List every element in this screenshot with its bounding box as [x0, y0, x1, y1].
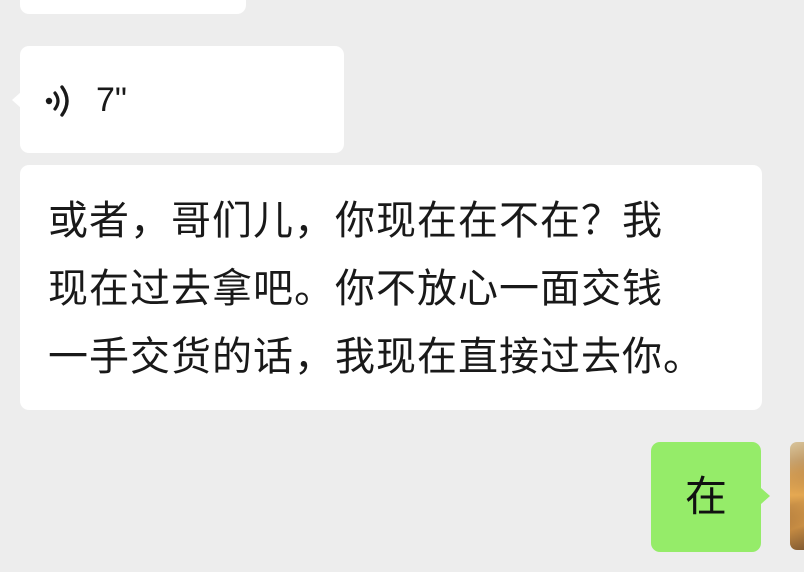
voice-wave-icon [45, 85, 69, 117]
text-message-bubble[interactable]: 或者，哥们儿，你现在在不在？我 现在过去拿吧。你不放心一面交钱 一手交货的话，我… [20, 165, 762, 410]
avatar[interactable] [790, 442, 804, 550]
voice-duration: 7" [96, 81, 127, 119]
sent-message-text: 在 [684, 472, 727, 521]
message-bubble-partial[interactable] [20, 0, 246, 14]
message-text: 或者，哥们儿，你现在在不在？我 现在过去拿吧。你不放心一面交钱 一手交货的话，我… [48, 198, 704, 380]
sent-message-bubble[interactable]: 在 [651, 442, 770, 552]
avatar-image [790, 460, 804, 530]
